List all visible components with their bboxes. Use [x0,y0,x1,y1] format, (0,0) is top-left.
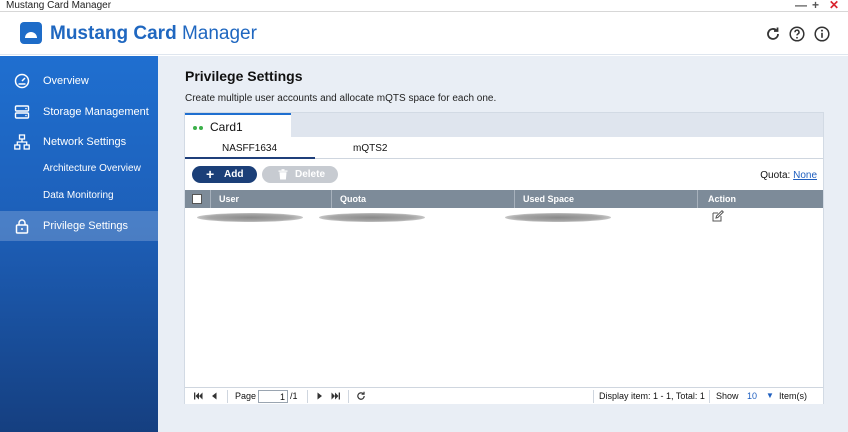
quota-link[interactable]: None [793,170,817,181]
refresh-icon[interactable] [356,391,366,401]
page-description: Create multiple user accounts and alloca… [185,93,497,104]
column-header-action: Action [708,194,736,204]
main-content: Privilege Settings Create multiple user … [158,56,848,432]
items-per-page-select[interactable]: 10 [747,391,757,402]
select-all-checkbox[interactable] [192,194,202,204]
status-dot-icon [193,126,197,130]
redacted-quota [319,213,425,222]
privilege-panel: Card1 NASFF1634 mQTS2 + Add Delete Quota… [184,112,824,404]
tab-mqts2[interactable]: mQTS2 [353,143,387,154]
tab-card1[interactable]: Card1 [185,113,291,137]
sidebar-item-architecture-overview[interactable]: Architecture Overview [43,162,141,176]
active-tab-indicator [185,157,315,159]
card-tab-bar: Card1 [185,113,823,137]
edit-icon[interactable] [712,210,724,222]
app-logo [20,22,42,44]
page-number-input[interactable] [258,390,288,403]
redacted-user [197,213,303,222]
refresh-icon[interactable] [765,26,781,42]
column-header-quota[interactable]: Quota [332,190,515,208]
previous-page-icon[interactable] [209,391,219,401]
help-icon[interactable] [789,26,805,42]
storage-icon [14,104,30,120]
status-dot-icon [199,126,203,130]
trash-icon [278,169,288,180]
display-items-text: Display item: 1 - 1, Total: 1 [599,391,705,401]
sidebar-item-network-settings[interactable]: Network Settings [0,127,158,157]
column-header-used-space[interactable]: Used Space [515,190,698,208]
chevron-down-icon[interactable]: ▼ [766,391,774,400]
page-label: Page [235,391,257,401]
sidebar-item-storage-management[interactable]: Storage Management [0,97,158,127]
dashboard-icon [14,73,30,89]
plus-icon: + [206,166,215,182]
sidebar-item-privilege-settings[interactable]: Privilege Settings [0,211,158,241]
network-icon [14,134,30,150]
sub-tab-bar: NASFF1634 mQTS2 [185,137,823,159]
page-total: /1 [290,391,298,401]
window-titlebar: Mustang Card Manager — + ✕ [0,0,848,12]
sidebar-item-data-monitoring[interactable]: Data Monitoring [43,189,114,203]
app-title: Mustang Card Manager [50,23,257,44]
tab-nasff1634[interactable]: NASFF1634 [222,143,277,154]
quota-info: Quota: None [760,170,817,181]
sidebar: Overview Storage Management Network Sett… [0,56,158,432]
next-page-icon[interactable] [315,391,325,401]
sidebar-item-overview[interactable]: Overview [0,66,158,96]
window-title: Mustang Card Manager [6,0,112,11]
last-page-icon[interactable] [331,391,341,401]
delete-button[interactable]: Delete [262,166,338,183]
add-button[interactable]: + Add [192,166,257,183]
lock-icon [14,218,30,234]
minimize-button[interactable]: — [795,0,807,11]
table-header: User Quota Used Space Action [185,190,823,208]
column-header-user[interactable]: User [211,190,332,208]
pagination-bar: Page /1 Display item: 1 - 1, Total: 1 Sh… [185,387,823,404]
info-icon[interactable] [814,26,830,42]
app-header: Mustang Card Manager [0,13,848,55]
maximize-button[interactable]: + [812,0,819,11]
redacted-used-space [505,213,611,222]
table-row[interactable] [185,208,823,226]
select-all-cell [185,190,211,208]
show-label: Show [716,391,739,401]
first-page-icon[interactable] [193,391,203,401]
page-title: Privilege Settings [185,68,303,84]
items-label: Item(s) [779,391,807,401]
close-button[interactable]: ✕ [829,0,839,11]
